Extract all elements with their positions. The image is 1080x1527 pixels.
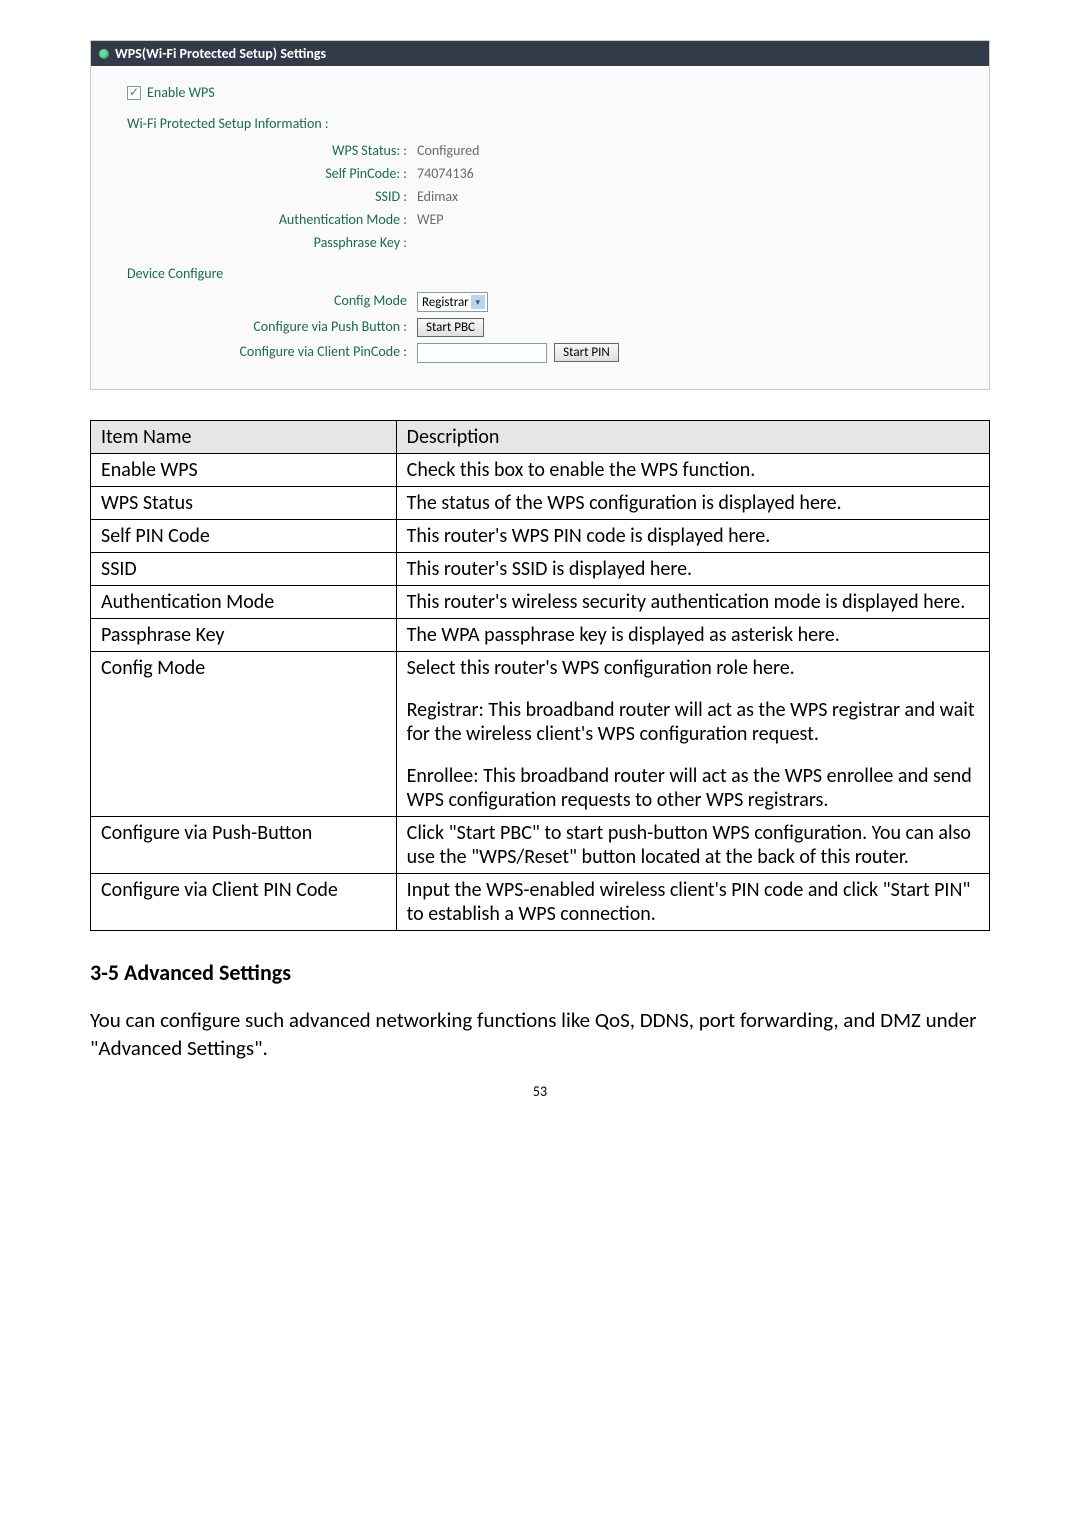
- cell-item-name: SSID: [91, 553, 397, 586]
- cell-item-name: Enable WPS: [91, 454, 397, 487]
- row-ssid: SSID : Edimax: [127, 188, 953, 205]
- table-row: Passphrase Key The WPA passphrase key is …: [91, 619, 990, 652]
- device-configure-heading: Device Configure: [127, 265, 953, 282]
- desc-paragraph: Select this router's WPS configuration r…: [407, 656, 979, 680]
- row-client-pin: Configure via Client PinCode : Start PIN: [127, 343, 953, 363]
- row-passphrase: Passphrase Key :: [127, 234, 953, 251]
- table-row: WPS Status The status of the WPS configur…: [91, 487, 990, 520]
- label-self-pin: Self PinCode: :: [127, 165, 417, 182]
- section-heading: 3-5 Advanced Settings: [90, 959, 990, 986]
- label-ssid: SSID :: [127, 188, 417, 205]
- cell-item-name: Authentication Mode: [91, 586, 397, 619]
- desc-paragraph: This router's WPS PIN code is displayed …: [407, 524, 979, 548]
- enable-wps-row: Enable WPS: [127, 84, 953, 101]
- push-button-cell: Start PBC: [417, 318, 484, 337]
- description-table: Item Name Description Enable WPS Check th…: [90, 420, 990, 931]
- label-config-mode: Config Mode: [127, 292, 417, 312]
- desc-paragraph: Click "Start PBC" to start push-button W…: [407, 821, 979, 869]
- bullet-icon: [99, 49, 109, 59]
- start-pin-button[interactable]: Start PIN: [554, 343, 619, 362]
- row-auth-mode: Authentication Mode : WEP: [127, 211, 953, 228]
- page-number: 53: [90, 1083, 990, 1100]
- value-ssid: Edimax: [417, 188, 458, 205]
- cell-item-name: Passphrase Key: [91, 619, 397, 652]
- table-header-row: Item Name Description: [91, 421, 990, 454]
- table-row: Enable WPS Check this box to enable the W…: [91, 454, 990, 487]
- row-config-mode: Config Mode Registrar ▾: [127, 292, 953, 312]
- desc-paragraph: This router's wireless security authenti…: [407, 590, 979, 614]
- label-passphrase: Passphrase Key :: [127, 234, 417, 251]
- client-pin-cell: Start PIN: [417, 343, 619, 363]
- cell-description: This router's wireless security authenti…: [396, 586, 989, 619]
- cell-description: The status of the WPS configuration is d…: [396, 487, 989, 520]
- chevron-down-icon: ▾: [471, 295, 485, 309]
- table-row: Self PIN Code This router's WPS PIN code …: [91, 520, 990, 553]
- config-mode-value: Registrar: [422, 295, 469, 310]
- value-wps-status: Configured: [417, 142, 480, 159]
- enable-wps-label: Enable WPS: [147, 84, 215, 101]
- desc-paragraph: This router's SSID is displayed here.: [407, 557, 979, 581]
- cell-item-name: Config Mode: [91, 652, 397, 817]
- cell-description: This router's WPS PIN code is displayed …: [396, 520, 989, 553]
- table-row: Config Mode Select this router's WPS conf…: [91, 652, 990, 817]
- label-client-pin: Configure via Client PinCode :: [127, 343, 417, 363]
- desc-paragraph: Registrar: This broadband router will ac…: [407, 698, 979, 746]
- desc-paragraph: Check this box to enable the WPS functio…: [407, 458, 979, 482]
- header-item-name: Item Name: [91, 421, 397, 454]
- cell-description: The WPA passphrase key is displayed as a…: [396, 619, 989, 652]
- cell-description: Click "Start PBC" to start push-button W…: [396, 817, 989, 874]
- client-pin-input[interactable]: [417, 343, 547, 363]
- start-pbc-button[interactable]: Start PBC: [417, 318, 484, 337]
- cell-description: This router's SSID is displayed here.: [396, 553, 989, 586]
- desc-paragraph: The WPA passphrase key is displayed as a…: [407, 623, 979, 647]
- panel-title: WPS(Wi-Fi Protected Setup) Settings: [115, 45, 326, 62]
- cell-description: Select this router's WPS configuration r…: [396, 652, 989, 817]
- wps-info-heading: Wi-Fi Protected Setup Information :: [127, 115, 953, 132]
- cell-description: Check this box to enable the WPS functio…: [396, 454, 989, 487]
- label-auth-mode: Authentication Mode :: [127, 211, 417, 228]
- value-self-pin: 74074136: [417, 165, 474, 182]
- config-mode-select-wrap: Registrar ▾: [417, 292, 488, 312]
- row-push-button: Configure via Push Button : Start PBC: [127, 318, 953, 337]
- row-wps-status: WPS Status: : Configured: [127, 142, 953, 159]
- label-push-button: Configure via Push Button :: [127, 318, 417, 337]
- desc-paragraph: The status of the WPS configuration is d…: [407, 491, 979, 515]
- table-row: Configure via Client PIN CodeInput the W…: [91, 874, 990, 931]
- enable-wps-checkbox[interactable]: [127, 86, 141, 100]
- cell-item-name: Configure via Client PIN Code: [91, 874, 397, 931]
- desc-paragraph: Enrollee: This broadband router will act…: [407, 764, 979, 812]
- wps-panel: WPS(Wi-Fi Protected Setup) Settings Enab…: [90, 40, 990, 390]
- table-row: Configure via Push-ButtonClick "Start PB…: [91, 817, 990, 874]
- table-row: SSID This router's SSID is displayed here…: [91, 553, 990, 586]
- table-row: Authentication Mode This router's wireles…: [91, 586, 990, 619]
- wps-panel-header: WPS(Wi-Fi Protected Setup) Settings: [91, 41, 989, 66]
- body-paragraph: You can configure such advanced networki…: [90, 1006, 990, 1063]
- cell-item-name: Configure via Push-Button: [91, 817, 397, 874]
- wps-panel-body: Enable WPS Wi-Fi Protected Setup Informa…: [91, 66, 989, 389]
- config-mode-select[interactable]: Registrar ▾: [417, 292, 488, 312]
- cell-description: Input the WPS-enabled wireless client's …: [396, 874, 989, 931]
- cell-item-name: WPS Status: [91, 487, 397, 520]
- header-description: Description: [396, 421, 989, 454]
- value-auth-mode: WEP: [417, 211, 444, 228]
- label-wps-status: WPS Status: :: [127, 142, 417, 159]
- row-self-pin: Self PinCode: : 74074136: [127, 165, 953, 182]
- desc-paragraph: Input the WPS-enabled wireless client's …: [407, 878, 979, 926]
- cell-item-name: Self PIN Code: [91, 520, 397, 553]
